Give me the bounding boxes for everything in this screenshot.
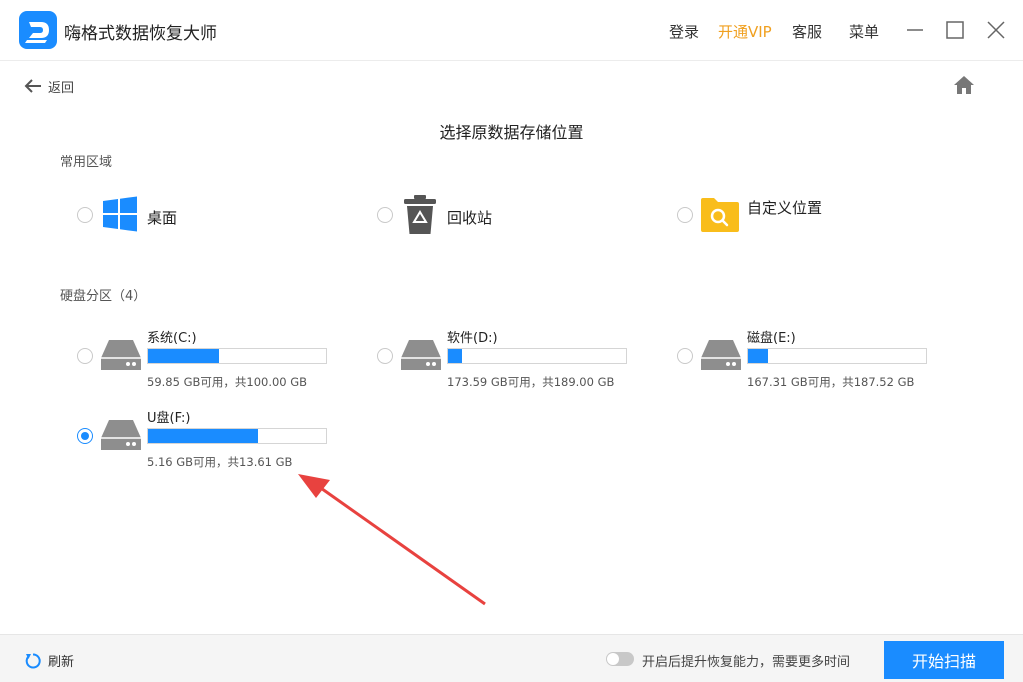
drive-d-name[interactable]: 软件(D:) [447,327,498,346]
home-button[interactable] [952,74,976,96]
arrow-left-icon [24,79,41,93]
desktop-radio[interactable] [77,207,93,223]
home-icon [954,76,974,94]
drive-d-usage-bar [447,348,627,364]
menu-link[interactable]: 菜单 [849,21,879,42]
recycle-bin-icon [403,194,437,240]
drive-e-radio[interactable] [677,348,693,364]
close-button[interactable] [985,19,1007,41]
hard-drive-icon [700,338,742,376]
app-title: 嗨格式数据恢复大师 [64,24,217,44]
hard-drive-icon [100,338,142,376]
refresh-button[interactable]: 刷新 [24,651,74,670]
desktop-label[interactable]: 桌面 [147,207,177,228]
drive-f-radio[interactable] [77,428,93,444]
close-icon [987,21,1005,39]
custom-location-label[interactable]: 自定义位置 [747,197,822,218]
drive-f-usage-fill [148,429,259,443]
footer-bar: 刷新 开启后提升恢复能力，需要更多时间 开始扫描 [0,634,1023,682]
recycle-bin-label[interactable]: 回收站 [447,207,492,228]
drive-c-info: 59.85 GB可用，共100.00 GB [147,375,308,389]
start-scan-button[interactable]: 开始扫描 [884,641,1004,679]
windows-icon [102,196,138,236]
refresh-label: 刷新 [48,655,75,670]
drive-f-usage-bar [147,428,327,444]
drive-c-usage-bar [147,348,327,364]
drive-c-usage-fill [148,349,220,363]
drive-e-name[interactable]: 磁盘(E:) [747,327,796,346]
drive-e-usage-fill [748,349,768,363]
drive-f-info: 5.16 GB可用，共13.61 GB [147,455,293,469]
common-area-label: 常用区域 [60,155,113,170]
page-title: 选择原数据存储位置 [439,123,584,142]
drive-e-usage-bar [747,348,927,364]
vip-link[interactable]: 开通VIP [718,21,772,42]
drive-c-radio[interactable] [77,348,93,364]
login-link[interactable]: 登录 [669,21,699,42]
back-label: 返回 [48,80,75,96]
drive-c-name[interactable]: 系统(C:) [147,327,197,346]
maximize-icon [946,21,964,39]
drive-d-usage-fill [448,349,463,363]
minimize-icon [907,29,923,31]
enhanced-recovery-label: 开启后提升恢复能力，需要更多时间 [642,655,851,670]
drive-f-name[interactable]: U盘(F:) [147,407,191,426]
hard-drive-icon [400,338,442,376]
recycle-bin-radio[interactable] [377,207,393,223]
annotation-arrow-icon [298,474,486,606]
maximize-button[interactable] [944,19,966,41]
enhanced-recovery-toggle[interactable] [606,652,634,666]
back-button[interactable]: 返回 [24,76,74,96]
title-bar: 嗨格式数据恢复大师 登录 开通VIP 客服 菜单 [0,0,1023,61]
minimize-button[interactable] [904,19,926,41]
refresh-icon [25,652,41,668]
app-logo-icon [19,11,57,49]
partitions-label: 硬盘分区（4） [60,289,147,304]
custom-location-radio[interactable] [677,207,693,223]
service-link[interactable]: 客服 [792,21,822,42]
hard-drive-icon [100,418,142,456]
drive-d-info: 173.59 GB可用，共189.00 GB [447,375,615,389]
drive-d-radio[interactable] [377,348,393,364]
drive-e-info: 167.31 GB可用，共187.52 GB [747,375,915,389]
folder-search-icon [700,196,740,236]
